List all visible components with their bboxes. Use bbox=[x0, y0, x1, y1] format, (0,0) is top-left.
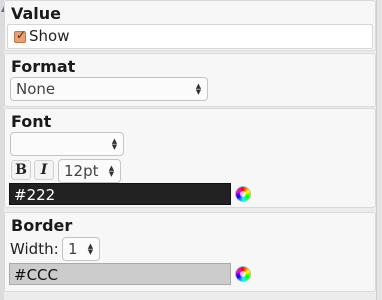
check-icon: ✓ bbox=[16, 28, 27, 42]
show-row: ✓ Show bbox=[7, 24, 373, 49]
font-section-title: Font bbox=[11, 112, 52, 131]
color-wheel-icon[interactable] bbox=[235, 186, 251, 202]
font-section: Font ▲ ▼ B I 12pt ▲ ▼ #222 bbox=[4, 108, 376, 208]
font-family-select[interactable]: ▲ ▼ bbox=[10, 132, 124, 156]
show-checkbox[interactable]: ✓ bbox=[14, 28, 27, 43]
scrollbar[interactable] bbox=[376, 0, 382, 300]
border-section: Border Width: 1 ▲ ▼ #CCC bbox=[4, 212, 376, 292]
bold-button[interactable]: B bbox=[11, 160, 31, 180]
font-size-value: 12pt bbox=[64, 162, 99, 180]
border-section-title: Border bbox=[11, 216, 73, 235]
properties-panel: ▲ Value ✓ Show Format None ▲▼ Font ▲▼ B … bbox=[0, 0, 382, 300]
up-down-arrows-icon: ▲ ▼ bbox=[87, 242, 94, 256]
font-size-select[interactable]: 12pt ▲ ▼ bbox=[58, 159, 121, 183]
format-select-value: None bbox=[16, 80, 56, 98]
font-color-input[interactable]: #222 bbox=[9, 183, 231, 205]
italic-button[interactable]: I bbox=[34, 160, 54, 180]
up-down-arrows-icon: ▲ ▼ bbox=[111, 137, 118, 151]
border-color-input[interactable]: #CCC bbox=[9, 263, 231, 285]
value-section: Value ✓ Show bbox=[4, 0, 376, 51]
format-section-title: Format bbox=[11, 57, 76, 76]
show-label: Show bbox=[29, 27, 70, 45]
format-section: Format None ▲ ▼ bbox=[4, 53, 376, 107]
up-down-arrows-icon: ▲ ▼ bbox=[195, 82, 202, 96]
border-width-select[interactable]: 1 ▲ ▼ bbox=[62, 237, 100, 261]
border-color-value: #CCC bbox=[14, 266, 58, 284]
border-width-value: 1 bbox=[68, 240, 78, 258]
font-color-value: #222 bbox=[14, 186, 56, 204]
color-wheel-icon[interactable] bbox=[235, 266, 251, 282]
value-section-title: Value bbox=[11, 4, 62, 23]
up-down-arrows-icon: ▲ ▼ bbox=[108, 164, 115, 178]
format-select[interactable]: None ▲ ▼ bbox=[10, 77, 208, 101]
border-width-label: Width: bbox=[10, 240, 59, 258]
